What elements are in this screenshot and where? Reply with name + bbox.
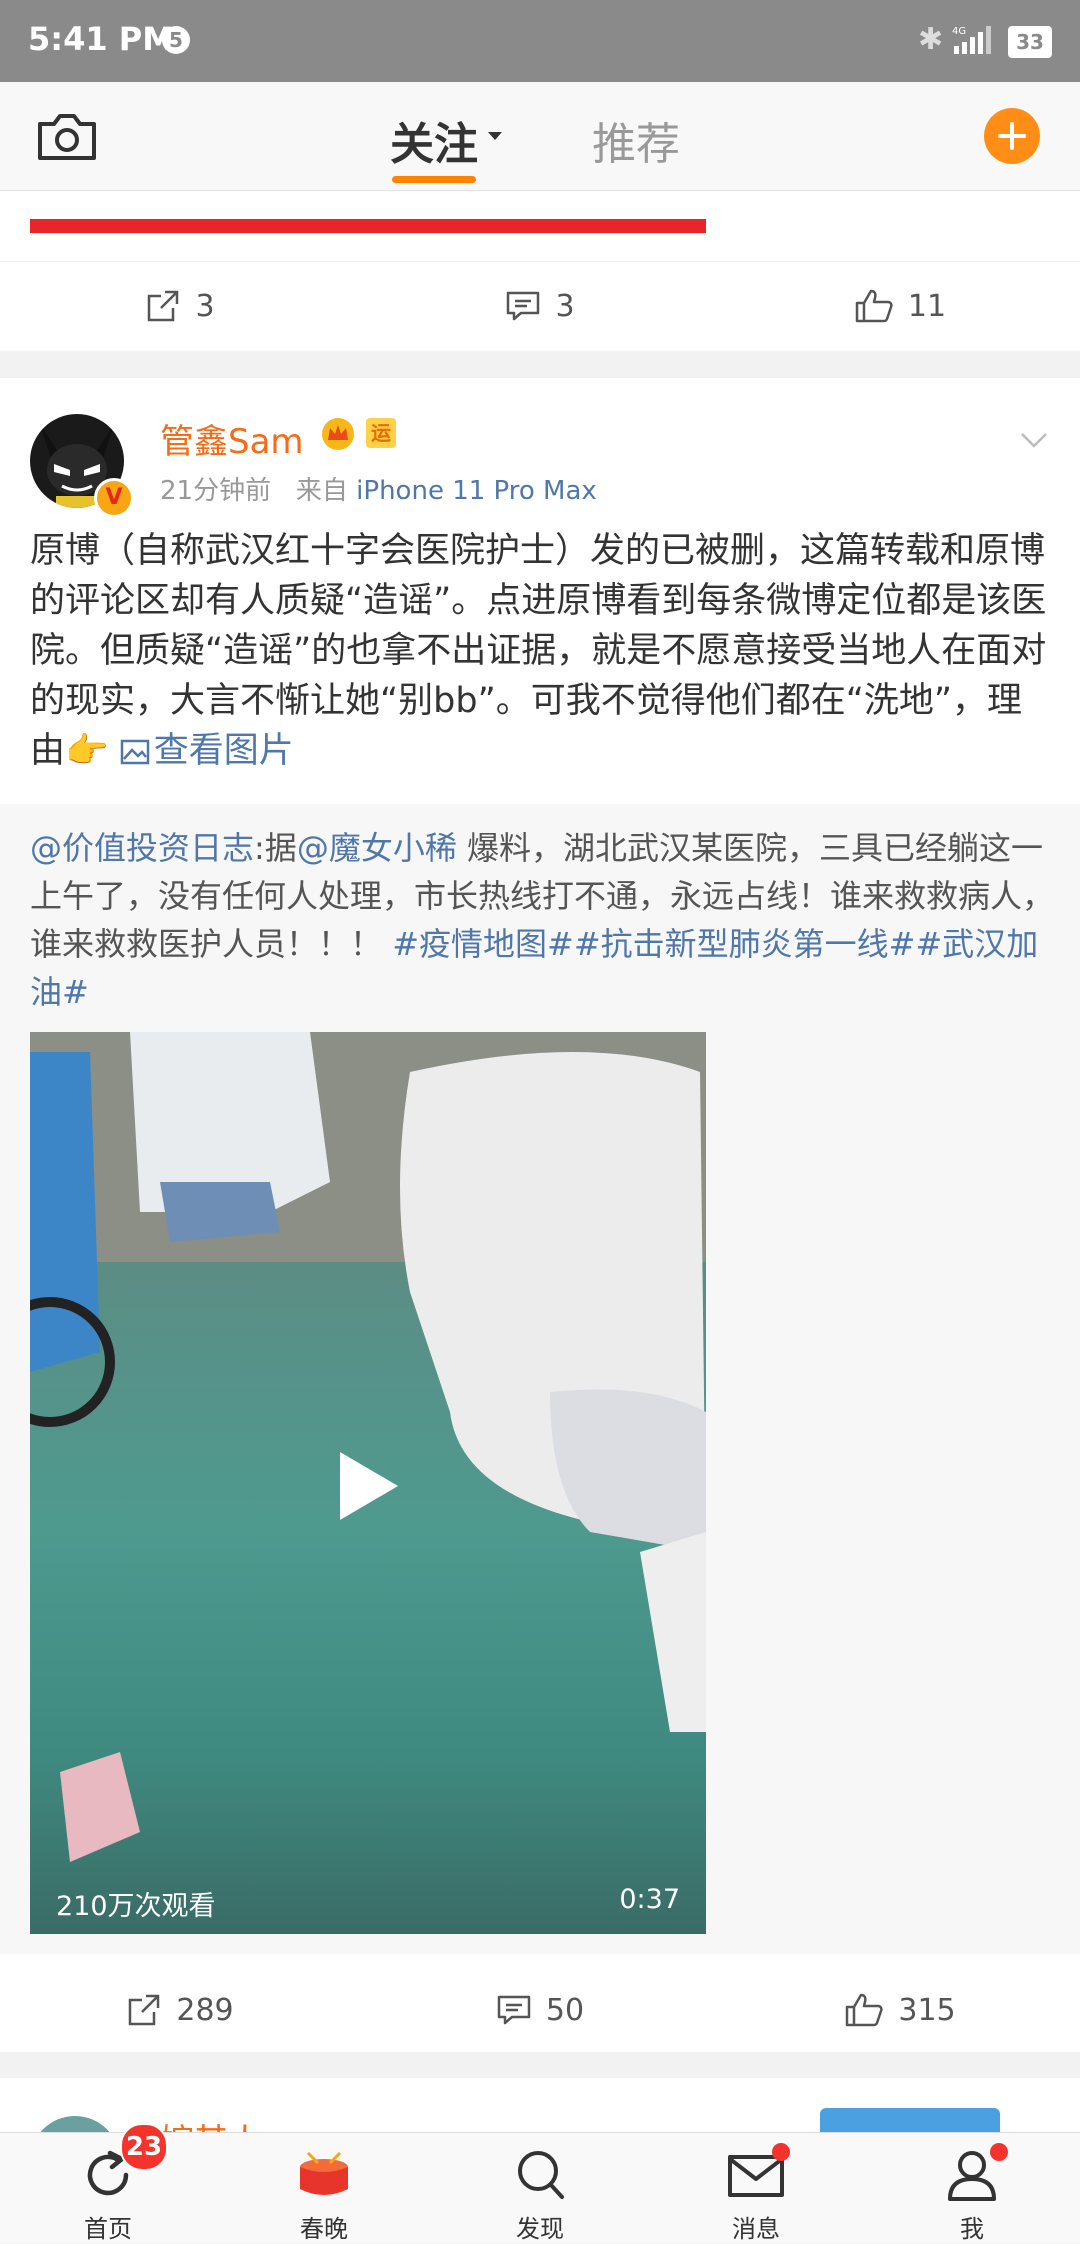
- post-text: 原博（自称武汉红十字会医院护士）发的已被删，这篇转载和原博的评论区却有人质疑“造…: [30, 526, 1055, 776]
- like-button[interactable]: 315: [720, 1970, 1080, 2050]
- status-time: 5:41 PM: [28, 20, 175, 58]
- like-button[interactable]: 11: [720, 271, 1080, 341]
- tab-messages[interactable]: 消息: [648, 2133, 864, 2243]
- comment-button[interactable]: 3: [360, 271, 720, 341]
- tab-me[interactable]: 我: [864, 2133, 1080, 2243]
- thumbs-up-icon: [855, 289, 893, 323]
- retweet-prefix: :据: [254, 829, 297, 867]
- post-meta: 21分钟前 来自 iPhone 11 Pro Max: [160, 470, 597, 507]
- home-badge: 23: [120, 2123, 168, 2171]
- tab-spring-gala[interactable]: 春晚: [216, 2133, 432, 2243]
- repost-icon: [129, 1994, 160, 2026]
- status-bar: 5:41 PM 5 ✱ 4G 33: [0, 0, 1080, 82]
- post-time: 21分钟前: [160, 476, 272, 506]
- divider: [0, 261, 1080, 262]
- comment-icon: [507, 291, 540, 321]
- repost-button[interactable]: 289: [0, 1970, 360, 2050]
- signal-icon: 4G: [952, 26, 991, 54]
- previous-post-card: 3 3 11: [0, 191, 1080, 351]
- battery-icon: 33: [1008, 26, 1052, 58]
- tab-messages-label: 消息: [732, 2215, 780, 2243]
- repost-button[interactable]: 3: [0, 271, 360, 341]
- compose-plus-button[interactable]: [984, 108, 1040, 164]
- messages-red-dot: [772, 2143, 790, 2161]
- crown-icon: [322, 418, 354, 450]
- video-player[interactable]: 210万次观看 0:37: [30, 1032, 706, 1934]
- network-type-label: 4G: [952, 26, 966, 37]
- repost-icon: [148, 290, 179, 322]
- search-icon: [518, 2151, 564, 2199]
- retweet-source-mention[interactable]: @魔女小稀: [297, 829, 457, 867]
- previous-post-actions: 3 3 11: [0, 271, 1080, 341]
- like-count: 315: [898, 1992, 956, 2028]
- previous-post-image[interactable]: [30, 219, 706, 233]
- post-card: V 管鑫Sam 运 21分钟前 来自 iPhone 11 Pro Max 原博（…: [0, 378, 1080, 2052]
- retweet-text: @价值投资日志:据@魔女小稀 爆料，湖北武汉某医院，三具已经躺这一上午了，没有任…: [30, 824, 1060, 1016]
- tab-me-label: 我: [960, 2215, 984, 2243]
- comment-count: 50: [545, 1992, 585, 2028]
- repost-count: 3: [195, 288, 215, 324]
- repost-count: 289: [176, 1992, 234, 2028]
- tab-home-label: 首页: [84, 2215, 132, 2243]
- bluetooth-icon: ✱: [918, 22, 944, 57]
- retweet-block[interactable]: @价值投资日志:据@魔女小稀 爆料，湖北武汉某医院，三具已经躺这一上午了，没有任…: [0, 804, 1080, 1954]
- thumbs-up-icon: [846, 1993, 883, 2027]
- tab-discover[interactable]: 发现: [432, 2133, 648, 2243]
- me-red-dot: [990, 2143, 1008, 2161]
- play-icon[interactable]: [340, 1452, 398, 1520]
- comment-count: 3: [555, 288, 575, 324]
- video-view-count: 210万次观看: [56, 1891, 216, 1922]
- tab-spring-gala-label: 春晚: [300, 2215, 348, 2243]
- post-source[interactable]: iPhone 11 Pro Max: [356, 476, 597, 506]
- drum-icon: [300, 2151, 348, 2195]
- comment-button[interactable]: 50: [360, 1970, 720, 2050]
- view-image-link[interactable]: 查看图片: [120, 731, 294, 771]
- post-from-label: 来自: [295, 476, 348, 506]
- top-nav: 关注 推荐: [0, 82, 1080, 191]
- notification-count-badge: 5: [162, 26, 190, 54]
- bottom-tab-bar: 23 首页 春晚 发现 消息 我: [0, 2123, 1080, 2243]
- tab-home[interactable]: 23 首页: [0, 2123, 216, 2243]
- chevron-down-icon[interactable]: [1020, 426, 1048, 454]
- post-author[interactable]: 管鑫Sam: [160, 414, 304, 463]
- dropdown-arrow-icon[interactable]: [488, 132, 502, 140]
- tab-follow[interactable]: 关注: [390, 108, 478, 172]
- like-count: 11: [907, 288, 947, 324]
- active-tab-indicator: [392, 176, 476, 183]
- comment-icon: [497, 1995, 531, 2025]
- image-icon: [120, 739, 149, 765]
- camera-icon[interactable]: [36, 110, 98, 162]
- membership-badge: 运: [366, 418, 396, 448]
- post-actions: 289 50 315: [0, 1970, 1080, 2050]
- verified-badge-icon: V: [94, 478, 134, 518]
- video-duration: 0:37: [619, 1884, 680, 1915]
- retweet-author-mention[interactable]: @价值投资日志: [30, 829, 254, 867]
- tab-recommend[interactable]: 推荐: [592, 108, 680, 172]
- tab-discover-label: 发现: [516, 2215, 564, 2243]
- view-image-label: 查看图片: [153, 731, 294, 771]
